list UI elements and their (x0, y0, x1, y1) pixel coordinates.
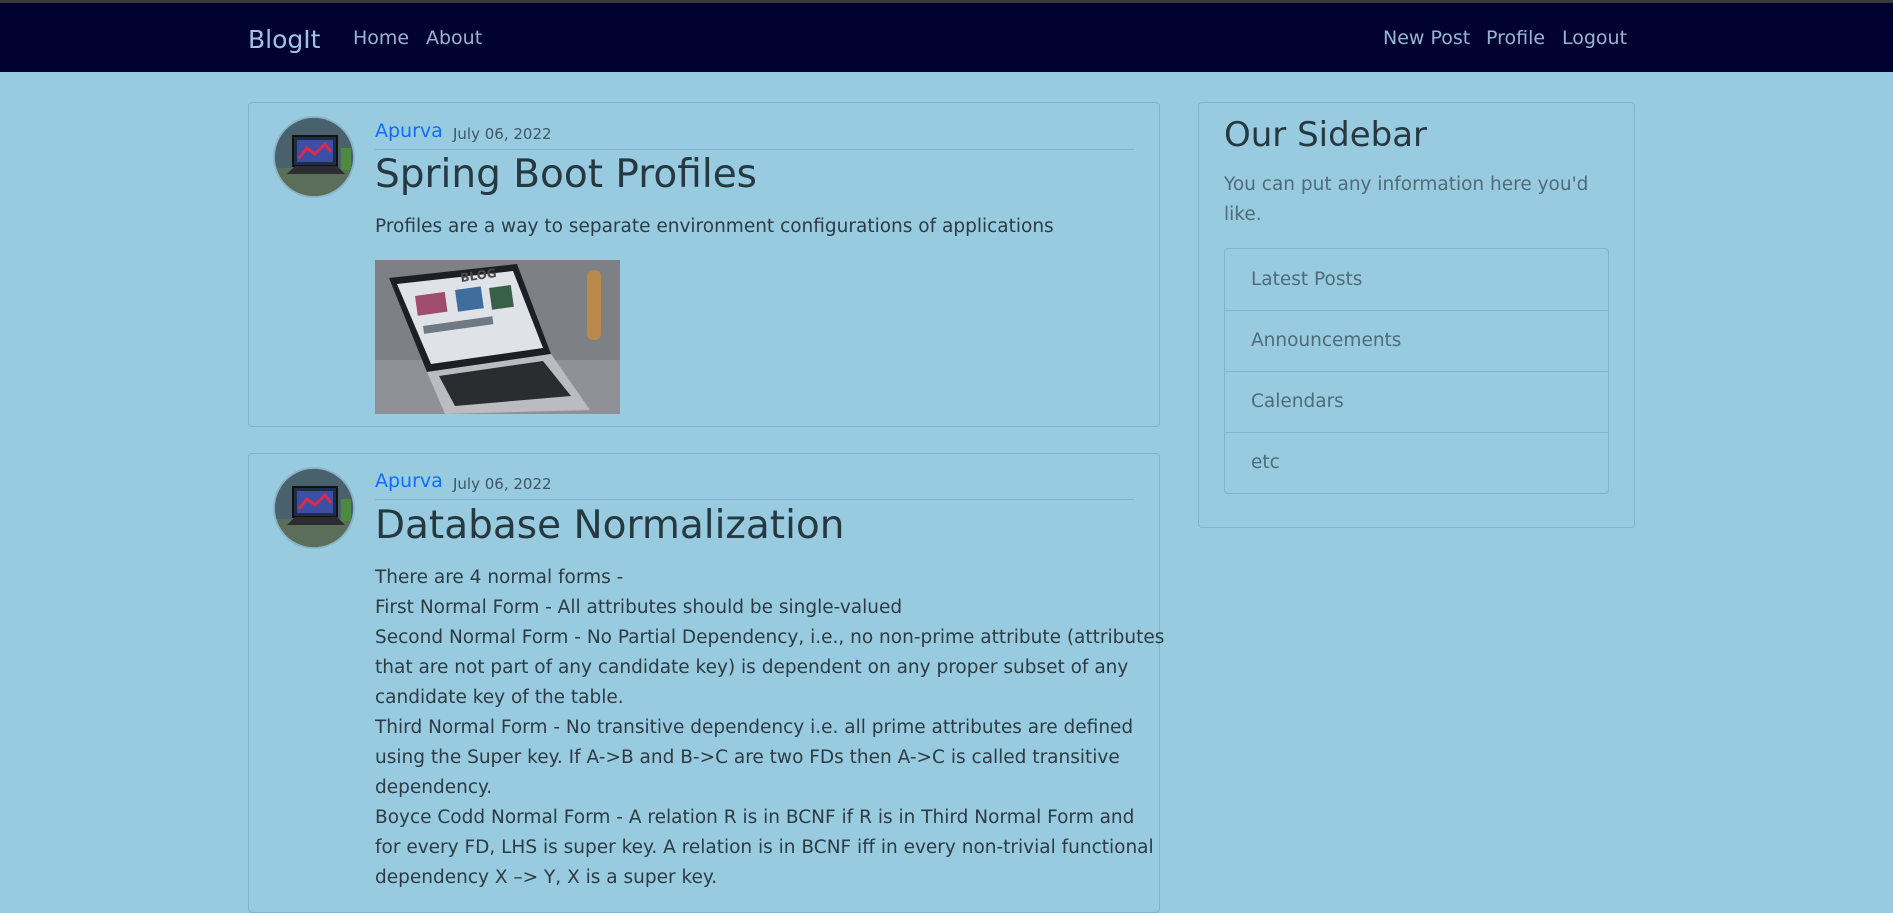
author-avatar (273, 467, 355, 549)
sidebar-item-etc[interactable]: etc (1225, 432, 1608, 494)
sidebar-list: Latest Posts Announcements Calendars etc (1224, 248, 1609, 494)
post-author-link[interactable]: Apurva (375, 120, 443, 142)
sidebar-item-announcements[interactable]: Announcements (1225, 310, 1608, 372)
sidebar-title: Our Sidebar (1224, 115, 1428, 155)
post-content: Profiles are a way to separate environme… (375, 212, 1135, 242)
post-image: BLOG (375, 260, 620, 414)
post-content-line: using the Super key. If A->B and B->C ar… (375, 747, 1120, 768)
post-content-line: candidate key of the table. (375, 687, 624, 708)
post-content-line: Boyce Codd Normal Form - A relation R is… (375, 807, 1135, 828)
nav-logout-link[interactable]: Logout (1562, 27, 1627, 49)
laptop-photo-icon: BLOG (375, 260, 620, 414)
post-content-line: dependency. (375, 777, 493, 798)
post-content-line: Third Normal Form - No transitive depend… (375, 717, 1134, 738)
nav-home-link[interactable]: Home (353, 27, 409, 49)
post-content-line: Second Normal Form - No Partial Dependen… (375, 627, 1165, 648)
post-content: There are 4 normal forms - First Normal … (375, 563, 1165, 893)
author-avatar (273, 116, 355, 198)
post-content-line: There are 4 normal forms - (375, 567, 624, 588)
post-content-line: that are not part of any candidate key) … (375, 657, 1129, 678)
brand-link[interactable]: BlogIt (248, 25, 320, 54)
page-scrollbar[interactable] (1884, 72, 1893, 897)
post-meta: Apurva July 06, 2022 (375, 470, 1134, 500)
sidebar-item-latest-posts[interactable]: Latest Posts (1225, 249, 1608, 311)
post-author-link[interactable]: Apurva (375, 470, 443, 492)
nav-profile-link[interactable]: Profile (1486, 27, 1545, 49)
post-content-line: Profiles are a way to separate environme… (375, 216, 1054, 237)
nav-about-link[interactable]: About (426, 27, 482, 49)
post-date: July 06, 2022 (453, 125, 552, 143)
top-navbar: BlogIt Home About New Post Profile Logou… (0, 3, 1893, 72)
post-content-line: First Normal Form - All attributes shoul… (375, 597, 903, 618)
post-content-line: dependency X –> Y, X is a super key. (375, 867, 718, 888)
post-content-line: for every FD, LHS is super key. A relati… (375, 837, 1154, 858)
post-title-link[interactable]: Database Normalization (375, 503, 845, 548)
post-date: July 06, 2022 (453, 475, 552, 493)
post-meta: Apurva July 06, 2022 (375, 120, 1134, 150)
post-title-link[interactable]: Spring Boot Profiles (375, 152, 757, 197)
nav-new-post-link[interactable]: New Post (1383, 27, 1470, 49)
sidebar-description: You can put any information here you'd l… (1224, 174, 1589, 225)
sidebar-item-calendars[interactable]: Calendars (1225, 371, 1608, 433)
